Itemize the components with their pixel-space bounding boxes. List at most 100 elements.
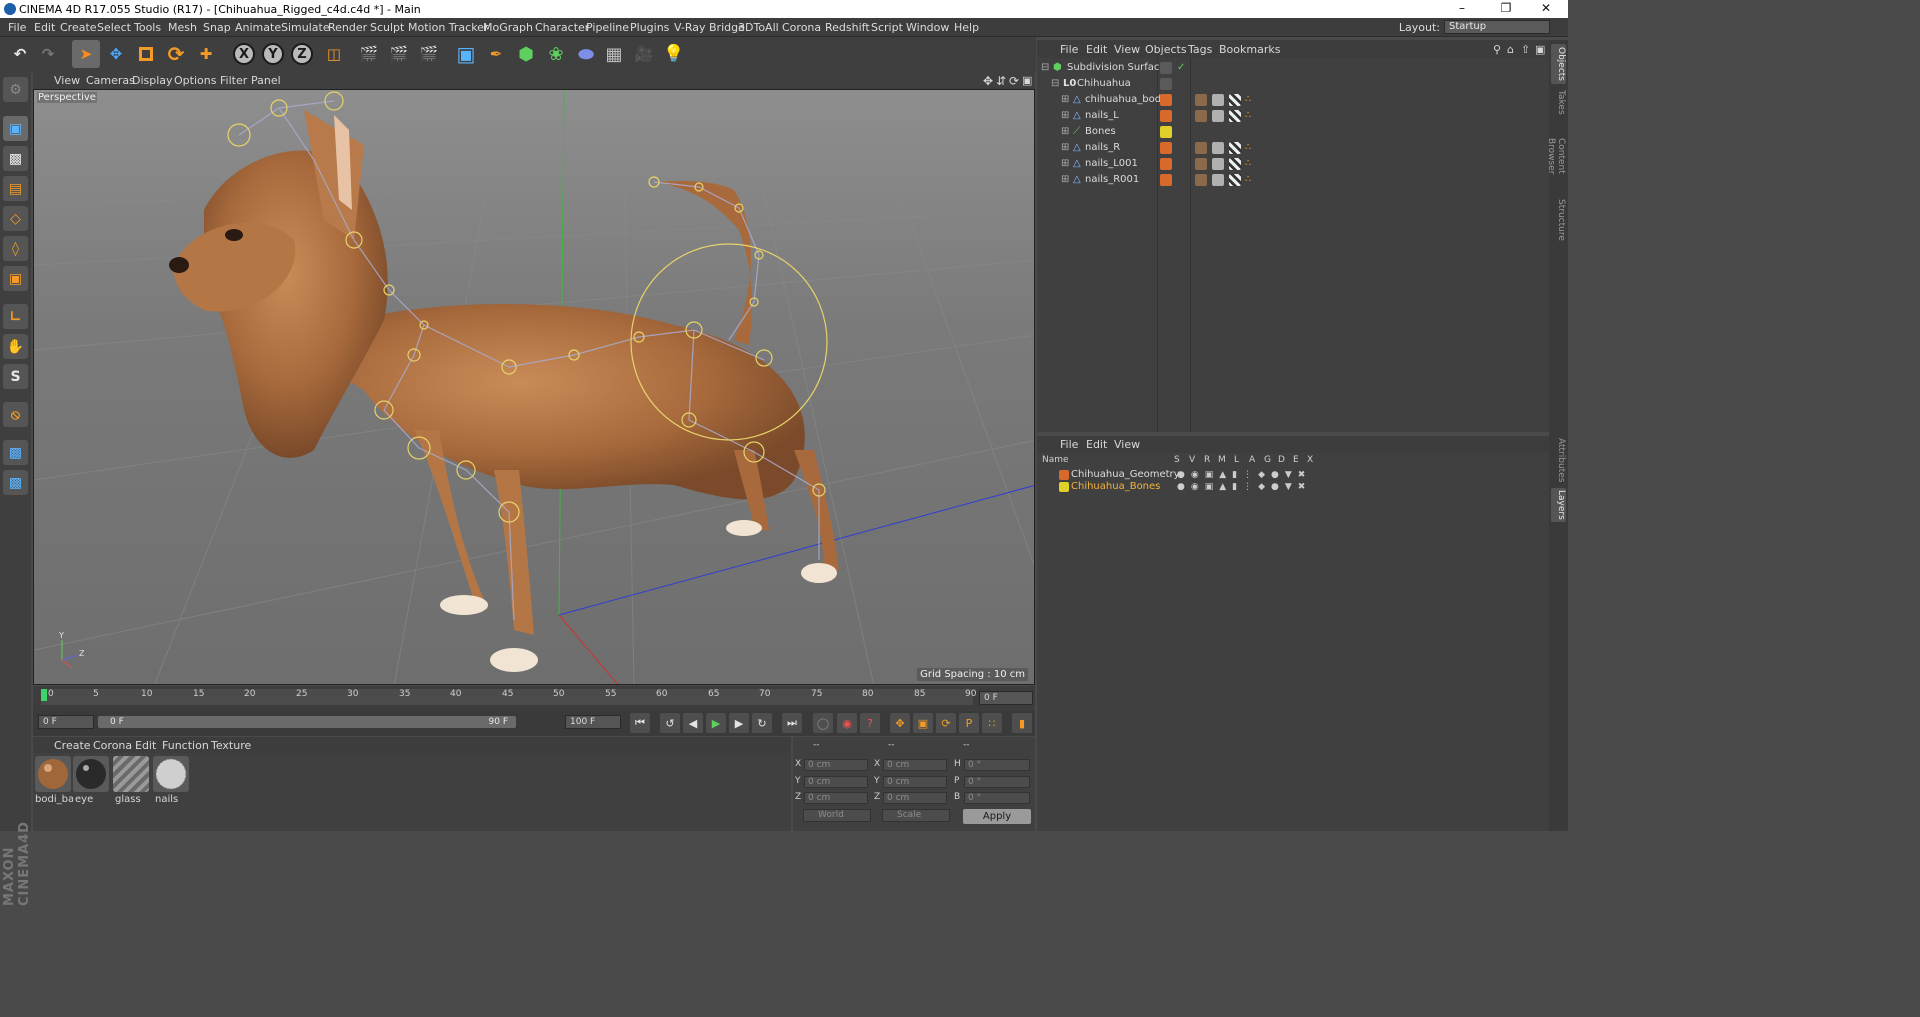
object-row[interactable]: ⊟ L0 Chihuahua (1037, 76, 1549, 92)
coordinate-mode-select[interactable]: World (803, 809, 871, 822)
search-icon[interactable]: ⚲ (1493, 43, 1501, 56)
phong-tag-icon[interactable] (1229, 158, 1241, 170)
up-arrow-icon[interactable]: ⇧ (1521, 43, 1530, 56)
skin-tag-icon[interactable]: ∴ (1245, 156, 1251, 172)
preview-range-slider[interactable]: 0 F 90 F (98, 716, 516, 728)
key-rotation-icon[interactable]: ⟳ (936, 713, 956, 733)
move-tool-icon[interactable]: ✥ (102, 40, 130, 68)
cube-primitive-icon[interactable]: ▣ (452, 40, 480, 68)
material-swatch[interactable] (73, 756, 109, 792)
viewport-menu-panel[interactable]: Panel (251, 74, 281, 87)
tab-structure[interactable]: Structure (1551, 198, 1566, 242)
object-row[interactable]: ⊞ △ nails_L ∴ (1037, 108, 1549, 124)
tab-attributes[interactable]: Attributes (1551, 438, 1566, 482)
go-to-start-icon[interactable]: ⏮ (630, 713, 650, 733)
weight-tag-icon[interactable] (1212, 142, 1224, 154)
enabled-check-icon[interactable]: ✓ (1177, 60, 1185, 76)
menu-mograph[interactable]: MoGraph (483, 21, 533, 34)
material-menu-function[interactable]: Function (162, 739, 209, 752)
menu-animate[interactable]: Animate (235, 21, 281, 34)
menu-edit[interactable]: Edit (34, 21, 55, 34)
expand-icon[interactable]: ⊞ (1061, 172, 1069, 188)
menu-motion-tracker[interactable]: Motion Tracker (408, 21, 488, 34)
cloner-icon[interactable]: ❀ (542, 40, 570, 68)
locked-workplane-icon[interactable]: ▩ (3, 470, 28, 495)
camera-icon[interactable]: 🎥 (630, 40, 658, 68)
viewport-move-icon[interactable]: ✥ (983, 74, 993, 88)
weight-tag-icon[interactable] (1212, 158, 1224, 170)
deformer-icon[interactable]: ⬬ (572, 40, 600, 68)
texture-tag-icon[interactable] (1195, 110, 1207, 122)
weight-tag-icon[interactable] (1212, 94, 1224, 106)
objects-menu-edit[interactable]: Edit (1086, 43, 1107, 56)
size-mode-select[interactable]: Scale (882, 809, 950, 822)
rotate-tool-icon[interactable]: ⟳ (162, 40, 190, 68)
transform-tool-icon[interactable]: ✚ (192, 40, 220, 68)
apply-button[interactable]: Apply (963, 809, 1031, 824)
layers-menu-edit[interactable]: Edit (1086, 438, 1107, 451)
expand-icon[interactable]: ⊞ (1061, 92, 1069, 108)
skin-tag-icon[interactable]: ∴ (1245, 92, 1251, 108)
object-row[interactable]: ⊞ △ nails_L001 ∴ (1037, 156, 1549, 172)
viewport-menu-view[interactable]: View (54, 74, 80, 87)
render-view-icon[interactable]: 🎬 (355, 40, 383, 68)
material-menu-create[interactable]: Create (54, 739, 91, 752)
viewport-menu-display[interactable]: Display (132, 74, 173, 87)
objects-menu-tags[interactable]: Tags (1188, 43, 1212, 56)
objects-menu-objects[interactable]: Objects (1145, 43, 1187, 56)
viewport-layout-icon[interactable]: ▣ (1022, 74, 1032, 87)
edges-mode-icon[interactable]: ◊ (3, 236, 28, 261)
workplane-grid-icon[interactable]: ▩ (3, 440, 28, 465)
viewport-dolly-icon[interactable]: ⇵ (996, 74, 1006, 88)
timeline-ruler[interactable]: 0 5 10 15 20 25 30 35 40 45 50 55 60 65 … (33, 686, 1035, 711)
menu-tools[interactable]: Tools (134, 21, 161, 34)
light-icon[interactable]: 💡 (660, 40, 688, 68)
timeline-window-icon[interactable]: ▮ (1012, 713, 1032, 733)
expand-icon[interactable]: ⊟ (1041, 60, 1049, 76)
previous-frame-icon[interactable]: ◀ (683, 713, 703, 733)
layout-select[interactable]: Startup (1444, 20, 1550, 34)
object-row[interactable]: ⊞ △ nails_R ∴ (1037, 140, 1549, 156)
weight-tag-icon[interactable] (1212, 110, 1224, 122)
viewport-menu-filter[interactable]: Filter (220, 74, 247, 87)
menu-render[interactable]: Render (328, 21, 367, 34)
model-mode-icon[interactable]: ▣ (3, 116, 28, 141)
new-panel-icon[interactable]: ▣ (1535, 43, 1545, 56)
coordinate-system-icon[interactable]: ◫ (320, 40, 348, 68)
menu-vray-bridge[interactable]: V-Ray Bridge (674, 21, 745, 34)
objects-menu-bookmarks[interactable]: Bookmarks (1219, 43, 1280, 56)
autokey-icon[interactable]: ◉ (837, 713, 857, 733)
skin-tag-icon[interactable]: ∴ (1245, 172, 1251, 188)
object-row[interactable]: ⊟ ⬢ Subdivision Surface ✓ (1037, 60, 1549, 76)
size-z-field[interactable]: 0 cm (883, 792, 947, 804)
home-icon[interactable]: ⌂ (1507, 43, 1514, 56)
y-axis-lock[interactable]: Y (259, 40, 287, 68)
next-key-icon[interactable]: ↻ (752, 713, 772, 733)
axis-mode-icon[interactable]: ∟ (3, 304, 28, 329)
layers-menu-file[interactable]: File (1060, 438, 1078, 451)
position-z-field[interactable]: 0 cm (804, 792, 868, 804)
material-menu-edit[interactable]: Edit (135, 739, 156, 752)
previous-key-icon[interactable]: ↺ (660, 713, 680, 733)
rotation-h-field[interactable]: 0 ° (964, 759, 1030, 771)
z-axis-lock[interactable]: Z (288, 40, 316, 68)
expand-icon[interactable]: ⊞ (1061, 124, 1069, 140)
menu-simulate[interactable]: Simulate (281, 21, 330, 34)
minimize-icon[interactable]: – (1444, 0, 1480, 18)
menu-select[interactable]: Select (97, 21, 131, 34)
object-row[interactable]: ⊞ △ chihuahua_bodi ∴ (1037, 92, 1549, 108)
texture-tag-icon[interactable] (1195, 94, 1207, 106)
material-menu-corona[interactable]: Corona (93, 739, 132, 752)
expand-icon[interactable]: ⊞ (1061, 108, 1069, 124)
x-axis-lock[interactable]: X (230, 40, 258, 68)
start-frame-field[interactable]: 0 F (38, 715, 94, 729)
material-menu-texture[interactable]: Texture (211, 739, 251, 752)
menu-create[interactable]: Create (60, 21, 97, 34)
layer-row[interactable]: Chihuahua_Bones ●◉▣▲▮⋮◆●▼✖ (1037, 481, 1549, 493)
material-swatch[interactable] (113, 756, 149, 792)
menu-script[interactable]: Script (871, 21, 903, 34)
undo-icon[interactable]: ↶ (6, 40, 34, 68)
floor-icon[interactable]: ▦ (600, 40, 628, 68)
position-x-field[interactable]: 0 cm (804, 759, 868, 771)
object-row[interactable]: ⊞ △ nails_R001 ∴ (1037, 172, 1549, 188)
